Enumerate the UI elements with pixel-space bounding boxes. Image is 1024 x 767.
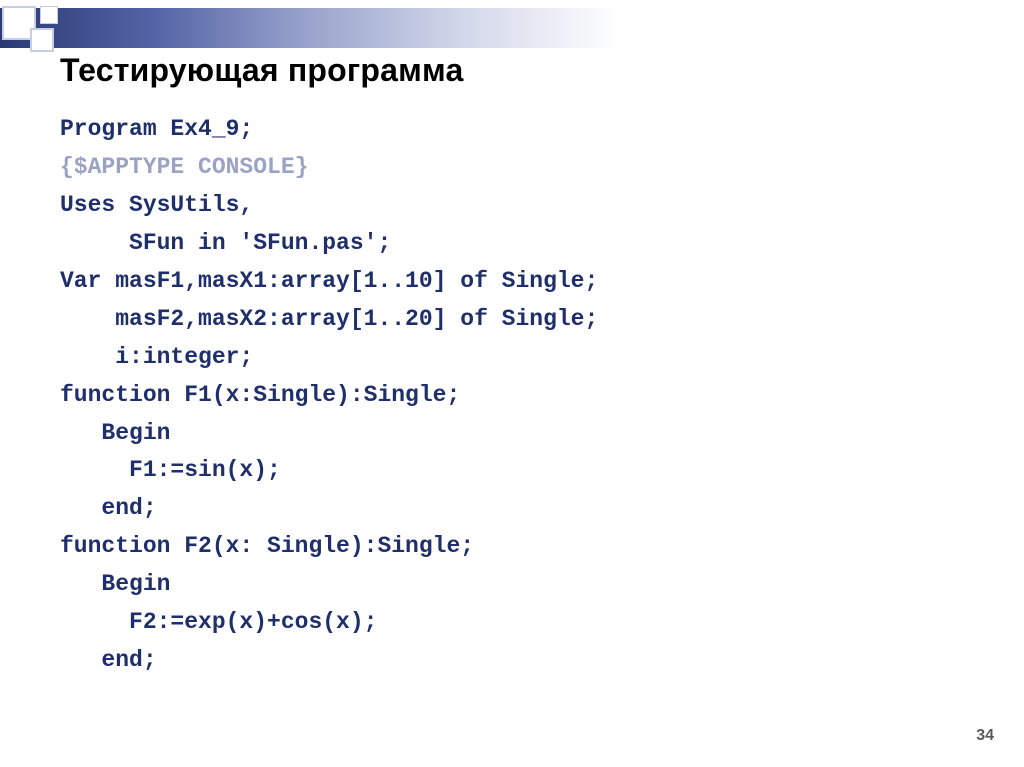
code-line: Uses SysUtils, (60, 192, 253, 218)
gradient-bar (0, 8, 620, 48)
square-icon (40, 6, 58, 24)
code-line: Begin (60, 571, 170, 597)
square-icon (30, 28, 54, 52)
code-line: Begin (60, 420, 170, 446)
code-line: F1:=sin(x); (60, 457, 281, 483)
code-line: F2:=exp(x)+cos(x); (60, 609, 377, 635)
code-line: masF2,masX2:array[1..20] of Single; (60, 306, 598, 332)
square-icon (2, 6, 36, 40)
code-line: end; (60, 495, 157, 521)
code-line: {$APPTYPE CONSOLE} (60, 154, 308, 180)
code-line: function F1(x:Single):Single; (60, 382, 460, 408)
slide: Тестирующая программа Program Ex4_9; {$A… (0, 0, 1024, 767)
code-block: Program Ex4_9; {$APPTYPE CONSOLE} Uses S… (60, 111, 994, 680)
code-line: end; (60, 647, 157, 673)
code-line: Var masF1,masX1:array[1..10] of Single; (60, 268, 598, 294)
header-decoration (0, 4, 1024, 52)
content-area: Тестирующая программа Program Ex4_9; {$A… (60, 52, 994, 680)
slide-title: Тестирующая программа (60, 52, 994, 89)
code-line: SFun in 'SFun.pas'; (60, 230, 391, 256)
code-line: i:integer; (60, 344, 253, 370)
code-line: Program Ex4_9; (60, 116, 253, 142)
page-number: 34 (976, 727, 994, 745)
code-line: function F2(x: Single):Single; (60, 533, 474, 559)
